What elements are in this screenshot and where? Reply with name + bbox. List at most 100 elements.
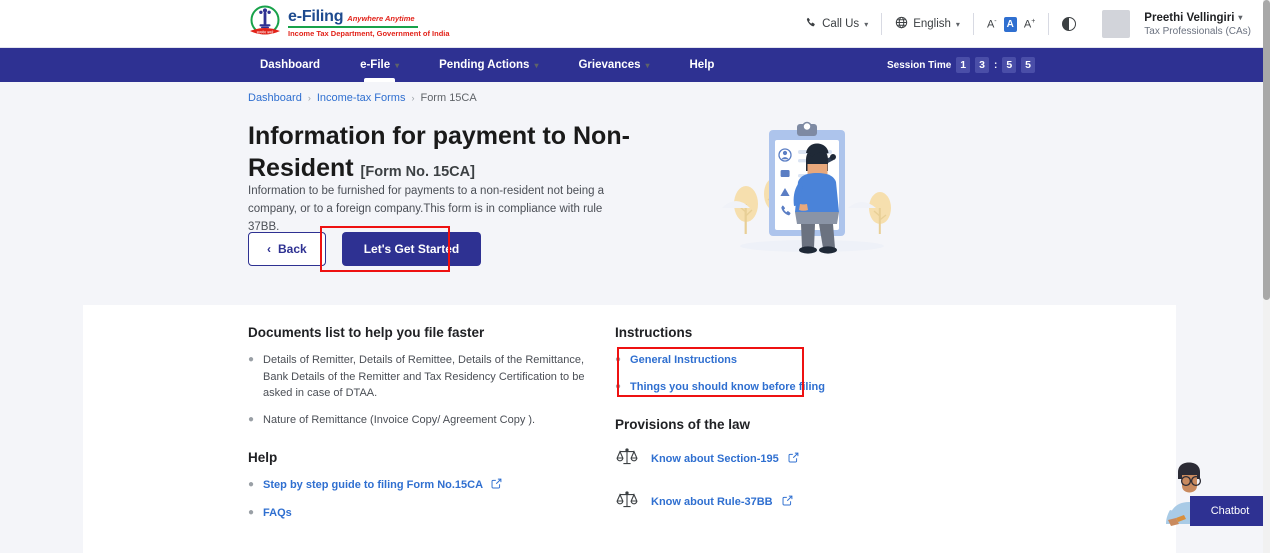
user-name: Preethi Vellingiri	[1144, 12, 1234, 24]
bullet-icon: ●	[248, 412, 254, 429]
provision-link-section-195[interactable]: Know about Section-195	[651, 453, 779, 465]
session-colon: :	[994, 60, 997, 71]
list-item: ● Nature of Remittance (Invoice Copy/ Ag…	[248, 412, 608, 429]
highlight-box-instructions	[617, 347, 804, 397]
session-digit-3: 5	[1002, 57, 1016, 73]
help-links-list: ● Step by step guide to filing Form No.1…	[248, 477, 608, 521]
india-emblem-icon: सत्यमेव जयते	[248, 4, 282, 42]
nav-items: Dashboard e-File ▾ Pending Actions ▾ Gri…	[240, 48, 734, 82]
list-item: ● FAQs	[248, 505, 608, 522]
bullet-icon: ●	[248, 477, 254, 495]
main-navigation: Dashboard e-File ▾ Pending Actions ▾ Gri…	[0, 48, 1263, 82]
logo-brand: e-Filing	[288, 9, 343, 25]
breadcrumb-income-tax-forms[interactable]: Income-tax Forms	[317, 92, 406, 104]
list-item: Know about Rule-37BB	[615, 487, 1015, 516]
header-utilities: Call Us ▾ English ▾ A- A A+	[792, 0, 1251, 48]
chevron-down-icon: ▾	[645, 61, 649, 70]
globe-icon	[895, 16, 908, 32]
breadcrumb-separator: ›	[308, 93, 311, 103]
list-item: Know about Section-195	[615, 444, 1015, 473]
avatar	[1102, 10, 1130, 38]
phone-icon	[805, 17, 817, 32]
breadcrumb: Dashboard › Income-tax Forms › Form 15CA	[248, 92, 477, 104]
chevron-down-icon: ▾	[1238, 13, 1242, 22]
nav-label: Grievances	[578, 59, 640, 71]
list-item: ● Step by step guide to filing Form No.1…	[248, 477, 608, 495]
breadcrumb-current: Form 15CA	[420, 92, 476, 104]
chevron-down-icon: ▾	[395, 61, 399, 70]
contrast-icon	[1062, 17, 1076, 31]
nav-label: Help	[690, 59, 715, 71]
bullet-icon: ●	[248, 505, 254, 522]
document-item-text: Nature of Remittance (Invoice Copy/ Agre…	[263, 412, 535, 429]
back-button[interactable]: ‹ Back	[248, 232, 326, 266]
top-header: सत्यमेव जयते e-Filing Anywhere Anytime I…	[0, 0, 1263, 48]
nav-item-grievances[interactable]: Grievances ▾	[558, 48, 669, 82]
provision-link-rule-37bb[interactable]: Know about Rule-37BB	[651, 496, 773, 508]
external-link-icon	[491, 478, 502, 495]
provisions-heading: Provisions of the law	[615, 417, 1015, 432]
efiling-logo[interactable]: सत्यमेव जयते e-Filing Anywhere Anytime I…	[248, 4, 450, 42]
scales-of-justice-icon	[615, 487, 639, 516]
external-link-icon	[788, 450, 799, 468]
back-button-label: Back	[278, 242, 307, 256]
nav-label: e-File	[360, 59, 390, 71]
session-digit-2: 3	[975, 57, 989, 73]
breadcrumb-separator: ›	[411, 93, 414, 103]
help-link-step-by-step-guide[interactable]: Step by step guide to filing Form No.15C…	[263, 479, 483, 491]
document-item-text: Details of Remitter, Details of Remittee…	[263, 352, 608, 402]
chatbot-widget[interactable]: Chatbot	[1156, 462, 1270, 530]
breadcrumb-dashboard[interactable]: Dashboard	[248, 92, 302, 104]
nav-item-pending-actions[interactable]: Pending Actions ▾	[419, 48, 558, 82]
highlight-box-start-button	[320, 226, 450, 272]
bullet-icon: ●	[248, 352, 254, 402]
user-name-row: Preethi Vellingiri ▾	[1144, 12, 1251, 24]
form-number: [Form No. 15CA]	[361, 164, 475, 180]
help-heading: Help	[248, 450, 608, 465]
nav-item-dashboard[interactable]: Dashboard	[240, 48, 340, 82]
chevron-down-icon: ▾	[534, 61, 538, 70]
logo-tagline: Anywhere Anytime	[347, 15, 414, 23]
documents-column: Documents list to help you file faster ●…	[248, 325, 608, 531]
contrast-toggle[interactable]	[1049, 17, 1089, 31]
nav-label: Pending Actions	[439, 59, 529, 71]
instructions-heading: Instructions	[615, 325, 1015, 340]
page-root: सत्यमेव जयते e-Filing Anywhere Anytime I…	[0, 0, 1270, 553]
documents-heading: Documents list to help you file faster	[248, 325, 608, 340]
hero-section	[0, 82, 1263, 305]
provisions-list: Know about Section-195	[615, 444, 1015, 516]
chatbot-label[interactable]: Chatbot	[1190, 496, 1270, 526]
external-link-icon	[782, 493, 793, 511]
chevron-down-icon: ▾	[956, 20, 960, 29]
session-digit-1: 1	[956, 57, 970, 73]
help-link-faqs[interactable]: FAQs	[263, 505, 292, 522]
nav-item-efile[interactable]: e-File ▾	[340, 48, 419, 82]
logo-wordmark: e-Filing Anywhere Anytime Income Tax Dep…	[288, 9, 450, 38]
font-decrease-button[interactable]: A-	[987, 18, 997, 31]
session-timer-label: Session Time	[887, 60, 951, 71]
nav-label: Dashboard	[260, 59, 320, 71]
session-digit-4: 5	[1021, 57, 1035, 73]
call-us-button[interactable]: Call Us ▾	[792, 17, 881, 32]
font-increase-button[interactable]: A+	[1024, 18, 1035, 31]
scrollbar-thumb[interactable]	[1263, 0, 1270, 300]
logo-subtitle: Income Tax Department, Government of Ind…	[288, 30, 450, 38]
page-scrollbar[interactable]	[1263, 0, 1270, 553]
user-role: Tax Professionals (CAs)	[1144, 26, 1251, 37]
nav-item-help[interactable]: Help	[670, 48, 735, 82]
list-item: ● Details of Remitter, Details of Remitt…	[248, 352, 608, 402]
language-label: English	[913, 18, 951, 30]
font-normal-button[interactable]: A	[1004, 17, 1017, 32]
chevron-down-icon: ▾	[864, 20, 868, 29]
chevron-left-icon: ‹	[267, 242, 271, 256]
user-menu[interactable]: Preethi Vellingiri ▾ Tax Professionals (…	[1089, 10, 1251, 38]
person-filling-form-illustration	[722, 112, 902, 260]
logo-divider-rule	[288, 26, 418, 28]
svg-text:सत्यमेव जयते: सत्यमेव जयते	[257, 29, 274, 34]
session-timer: Session Time 1 3 : 5 5	[887, 57, 1035, 73]
call-us-label: Call Us	[822, 18, 859, 30]
page-title: Information for payment to Non-Resident …	[248, 120, 668, 184]
font-size-controls: A- A A+	[974, 17, 1048, 32]
info-panel: Documents list to help you file faster ●…	[83, 305, 1176, 553]
language-selector[interactable]: English ▾	[882, 16, 973, 32]
